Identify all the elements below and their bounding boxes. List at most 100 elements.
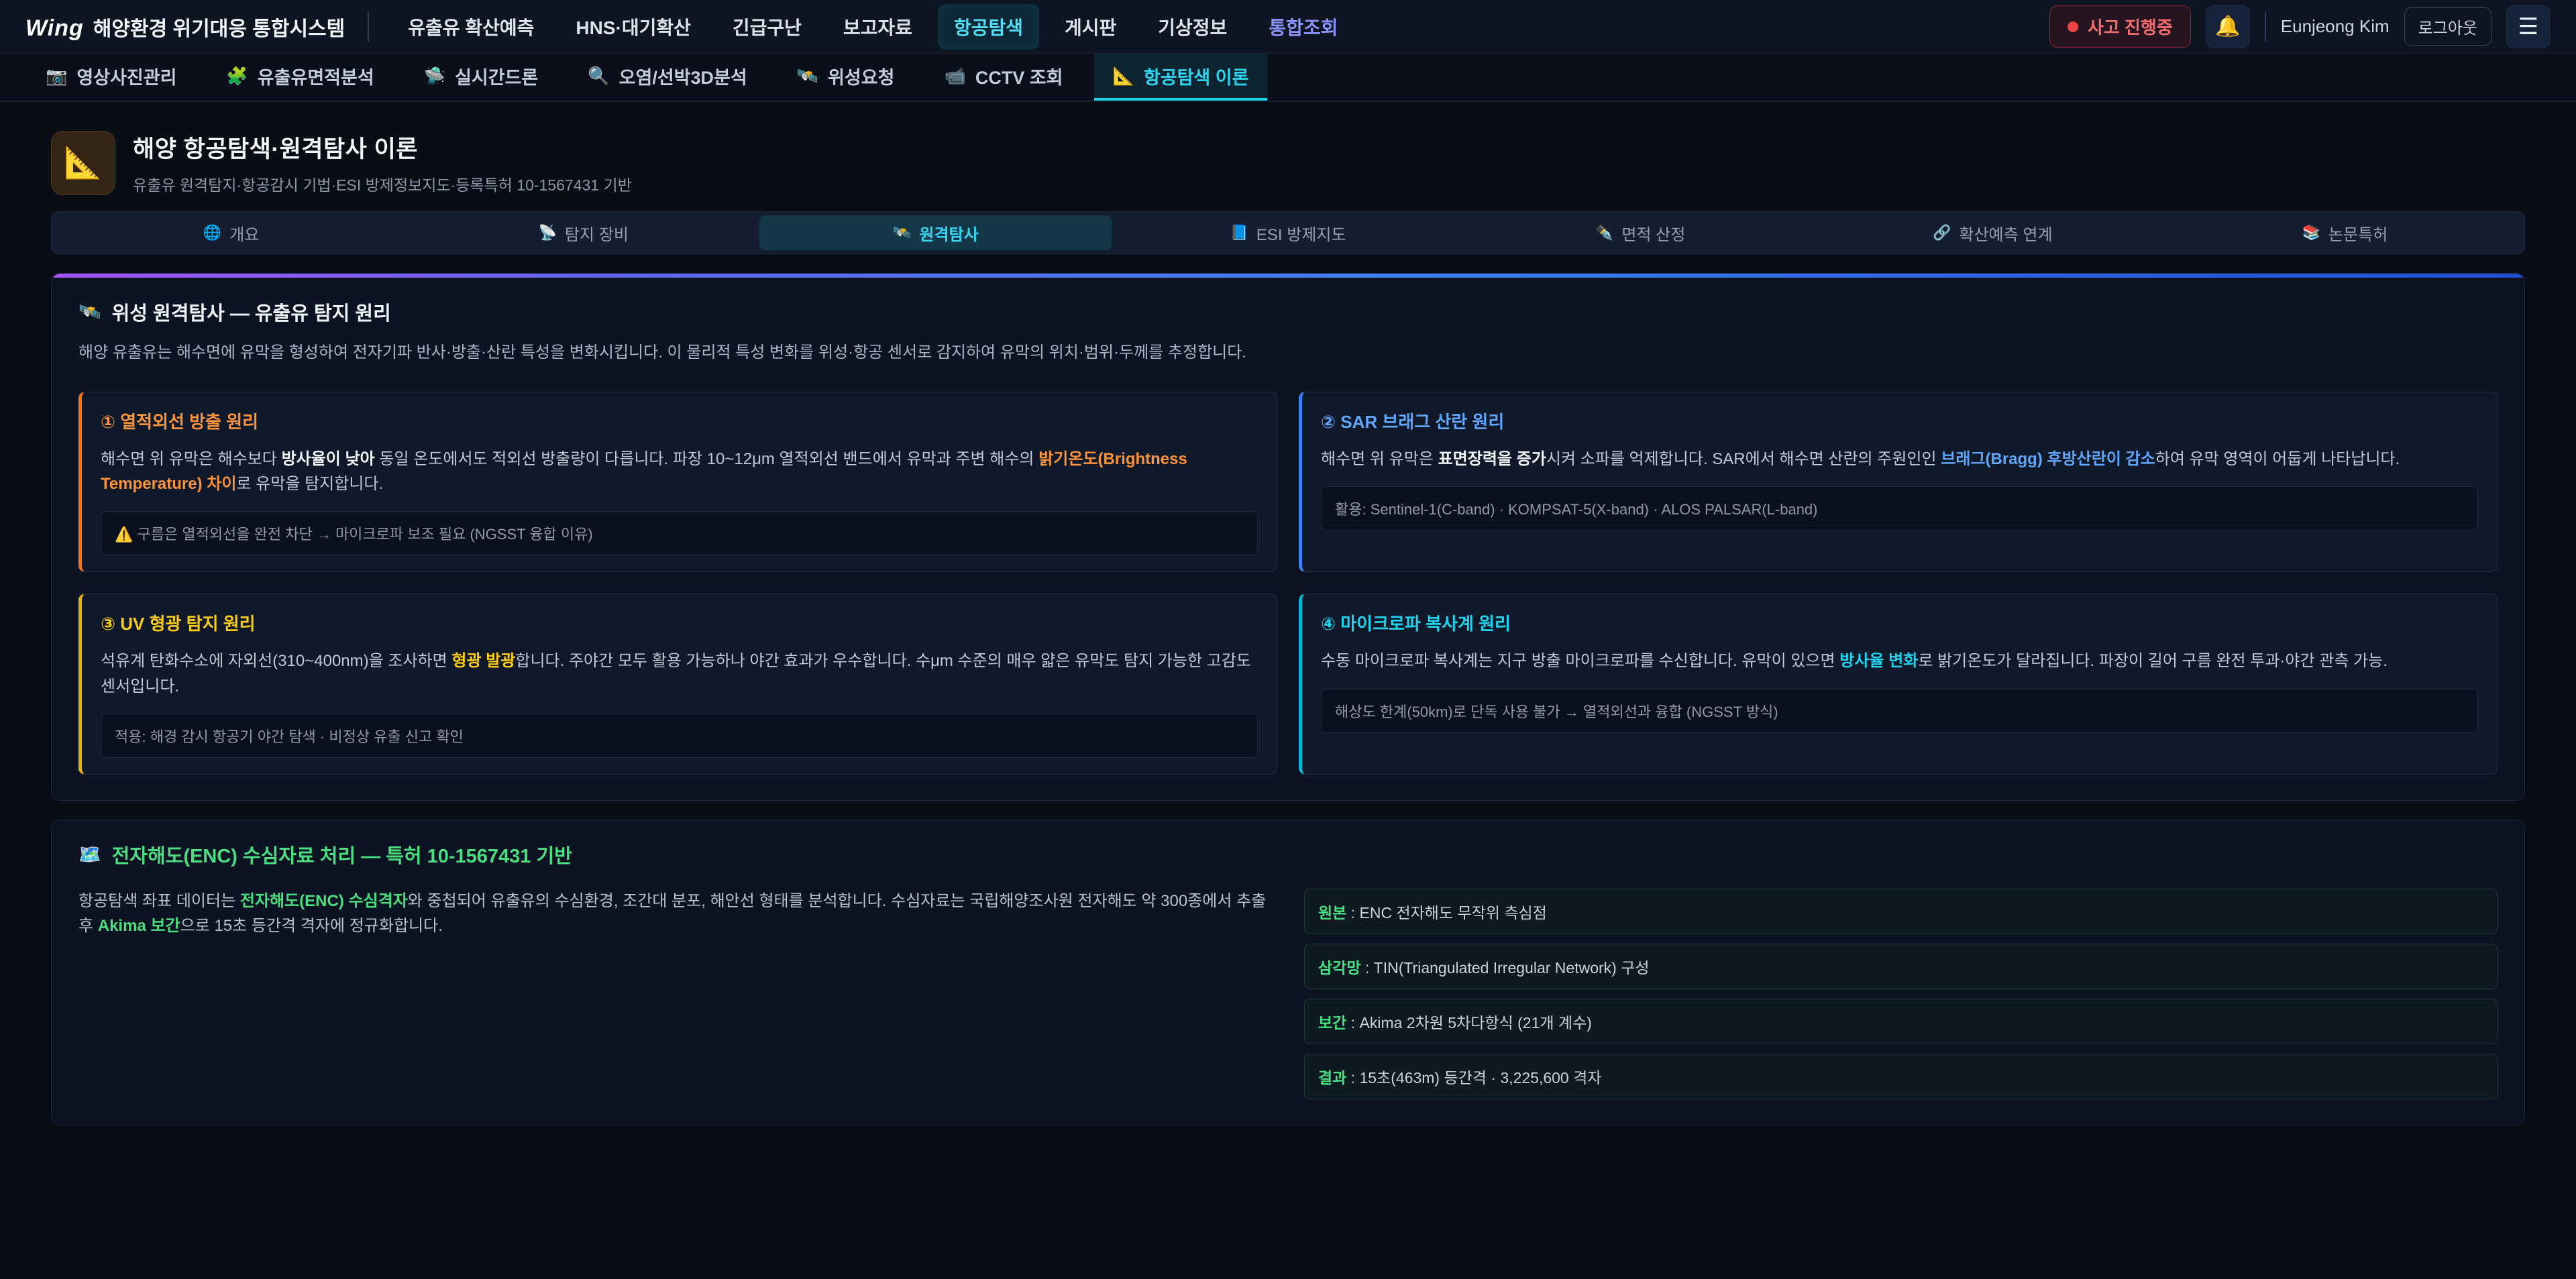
link-icon: 🔗	[1933, 224, 1951, 241]
subnav-item-photo-management[interactable]: 📷 영상사진관리	[27, 54, 195, 101]
nav-item-spill-forecast[interactable]: 유출유 확산예측	[392, 4, 550, 50]
tab-label: 확산예측 연계	[1959, 221, 2052, 245]
row-label: 보간	[1318, 1014, 1346, 1032]
card-title: ② SAR 브래그 산란 원리	[1321, 408, 2478, 433]
row-value: : 15초(463m) 등간격 · 3,225,600 격자	[1346, 1069, 1601, 1087]
card-body: 수동 마이크로파 복사계는 지구 방출 마이크로파를 수신합니다. 유막이 있으…	[1321, 649, 2478, 673]
main-nav: 유출유 확산예측 HNS·대기확산 긴급구난 보고자료 항공탐색 게시판 기상정…	[392, 4, 2027, 50]
tab-label: 원격탐사	[919, 221, 978, 245]
brand-divider	[368, 12, 369, 42]
subnav-item-cctv[interactable]: 📹 CCTV 조회	[925, 54, 1081, 101]
tab-area-calculation[interactable]: ✒️ 면적 산정	[1464, 215, 1817, 250]
video-camera-icon: 📹	[944, 66, 965, 87]
card-note: ⚠️ 구름은 열적외선을 완전 차단 → 마이크로파 보조 필요 (NGSST …	[101, 511, 1258, 555]
tab-overview[interactable]: 🌐 개요	[55, 215, 407, 250]
nav-item-aerial-search[interactable]: 항공탐색	[938, 4, 1039, 50]
row-value: : TIN(Triangulated Irregular Network) 구성	[1360, 959, 1649, 977]
card-title: ① 열적외선 방출 원리	[101, 408, 1258, 433]
pen-nib-icon: ✒️	[1595, 224, 1613, 241]
card-body: 해수면 위 유막은 해수보다 방사율이 낮아 동일 온도에서도 적외선 방출량이…	[101, 447, 1258, 496]
section-title-row: 🛰️ 위성 원격탐사 — 유출유 탐지 원리	[78, 298, 2498, 326]
card-title: ③ UV 형광 탐지 원리	[101, 610, 1258, 635]
satellite-icon: 🛰️	[797, 66, 818, 87]
subnav-item-realtime-drone[interactable]: 🛸 실시간드론	[405, 54, 557, 101]
brand-title: 해양환경 위기대응 통합시스템	[93, 12, 345, 42]
top-bar: Wing 해양환경 위기대응 통합시스템 유출유 확산예측 HNS·대기확산 긴…	[0, 0, 2576, 54]
remote-sensing-panel: 🛰️ 위성 원격탐사 — 유출유 탐지 원리 해양 유출유는 해수면에 유막을 …	[51, 273, 2525, 801]
satellite-icon: 🛰️	[78, 301, 101, 323]
map-book-icon: 🗺️	[78, 844, 101, 865]
user-name: Eunjeong Kim	[2281, 16, 2390, 37]
nav-item-rescue[interactable]: 긴급구난	[716, 4, 818, 50]
principle-card-uv-fluorescence: ③ UV 형광 탐지 원리 석유계 탄화수소에 자외선(310~400nm)을 …	[78, 594, 1277, 774]
nav-item-hns[interactable]: HNS·대기확산	[559, 4, 706, 50]
nav-item-integrated-search[interactable]: 통합조회	[1252, 4, 1354, 50]
tab-label: 개요	[229, 221, 259, 245]
section-title: 전자해도(ENC) 수심자료 처리 — 특허 10-1567431 기반	[112, 840, 572, 869]
notifications-button[interactable]: 🔔	[2206, 5, 2250, 48]
bell-icon: 🔔	[2215, 15, 2240, 38]
principle-card-grid: ① 열적외선 방출 원리 해수면 위 유막은 해수보다 방사율이 낮아 동일 온…	[78, 392, 2498, 775]
enc-row-tin: 삼각망 : TIN(Triangulated Irregular Network…	[1304, 944, 2498, 989]
nav-item-weather[interactable]: 기상정보	[1142, 4, 1243, 50]
tab-label: ESI 방제지도	[1256, 221, 1346, 245]
card-note: 활용: Sentinel-1(C-band) · KOMPSAT-5(X-ban…	[1321, 486, 2478, 531]
drone-icon: 🛸	[424, 66, 445, 87]
page-header: 📐 해양 항공탐색·원격탐사 이론 유출유 원격탐지·항공감시 기법·ESI 방…	[51, 130, 2525, 195]
section-title: 위성 원격탐사 — 유출유 탐지 원리	[112, 298, 391, 326]
page-icon-box: 📐	[51, 131, 115, 195]
books-icon: 📚	[2302, 224, 2320, 241]
enc-body: 항공탐색 좌표 데이터는 전자해도(ENC) 수심격자와 중첩되어 유출유의 수…	[78, 889, 2498, 1099]
logout-button[interactable]: 로그아웃	[2404, 7, 2491, 46]
puzzle-icon: 🧩	[226, 66, 248, 87]
section-intro: 해양 유출유는 해수면에 유막을 형성하여 전자기파 반사·방출·산란 특성을 …	[78, 341, 2498, 365]
enc-row-interpolation: 보간 : Akima 2차원 5차다항식 (21개 계수)	[1304, 999, 2498, 1044]
nav-item-board[interactable]: 게시판	[1049, 4, 1132, 50]
content-tab-bar: 🌐 개요 📡 탐지 장비 🛰️ 원격탐사 📘 ESI 방제지도 ✒️ 면적 산정…	[51, 211, 2525, 254]
main-content: 📐 해양 항공탐색·원격탐사 이론 유출유 원격탐지·항공감시 기법·ESI 방…	[0, 130, 2576, 1125]
subnav-label: 항공탐색 이론	[1144, 63, 1249, 89]
globe-icon: 🌐	[203, 224, 221, 241]
incident-status-badge[interactable]: 사고 진행중	[2049, 5, 2191, 48]
brand: Wing 해양환경 위기대응 통합시스템	[25, 12, 345, 42]
card-body: 석유계 탄화수소에 자외선(310~400nm)을 조사하면 형광 발광합니다.…	[101, 649, 1258, 698]
alert-badge-label: 사고 진행중	[2088, 14, 2173, 39]
subnav-label: CCTV 조회	[975, 63, 1063, 89]
subnav-item-pollution-ship-3d[interactable]: 🔍 오염/선박3D분석	[569, 54, 765, 101]
subnav-item-aerial-theory[interactable]: 📐 항공탐색 이론	[1094, 54, 1268, 101]
card-note: 적용: 해경 감시 항공기 야간 탐색 · 비정상 유출 신고 확인	[101, 714, 1258, 758]
row-label: 원본	[1318, 904, 1346, 922]
row-value: : Akima 2차원 5차다항식 (21개 계수)	[1346, 1014, 1592, 1032]
enc-row-result: 결과 : 15초(463m) 등간격 · 3,225,600 격자	[1304, 1054, 2498, 1099]
subnav-item-satellite-request[interactable]: 🛰️ 위성요청	[778, 54, 914, 101]
nav-item-reports[interactable]: 보고자료	[827, 4, 928, 50]
card-body: 해수면 위 유막은 표면장력을 증가시켜 소파를 억제합니다. SAR에서 해수…	[1321, 447, 2478, 471]
panel-inner: 🗺️ 전자해도(ENC) 수심자료 처리 — 특허 10-1567431 기반 …	[52, 820, 2524, 1125]
subnav-label: 실시간드론	[455, 63, 538, 89]
brand-logo: Wing	[25, 15, 84, 42]
antenna-icon: 📡	[539, 224, 557, 241]
tab-label: 논문특허	[2328, 221, 2387, 245]
row-label: 삼각망	[1318, 959, 1360, 977]
tab-esi-map[interactable]: 📘 ESI 방제지도	[1112, 215, 1464, 250]
tab-detection-equipment[interactable]: 📡 탐지 장비	[407, 215, 759, 250]
row-label: 결과	[1318, 1069, 1346, 1087]
page-title: 해양 항공탐색·원격탐사 이론	[133, 130, 632, 164]
principle-card-thermal-ir: ① 열적외선 방출 원리 해수면 위 유막은 해수보다 방사율이 낮아 동일 온…	[78, 392, 1277, 572]
tab-remote-sensing[interactable]: 🛰️ 원격탐사	[759, 215, 1112, 250]
enc-process-rows: 원본 : ENC 전자해도 무작위 측심점 삼각망 : TIN(Triangul…	[1304, 889, 2498, 1099]
tab-papers-patents[interactable]: 📚 논문특허	[2169, 215, 2521, 250]
card-title: ④ 마이크로파 복사계 원리	[1321, 610, 2478, 635]
page-header-text: 해양 항공탐색·원격탐사 이론 유출유 원격탐지·항공감시 기법·ESI 방제정…	[133, 130, 632, 195]
enc-row-source: 원본 : ENC 전자해도 무작위 측심점	[1304, 889, 2498, 934]
card-note: 해상도 한계(50km)로 단독 사용 불가 → 열적외선과 융합 (NGSST…	[1321, 689, 2478, 733]
hamburger-menu-button[interactable]: ☰	[2506, 5, 2551, 48]
user-divider	[2265, 12, 2266, 42]
subnav-label: 유출유면적분석	[258, 63, 374, 89]
blue-book-icon: 📘	[1230, 224, 1248, 241]
tab-diffusion-link[interactable]: 🔗 확산예측 연계	[1817, 215, 2169, 250]
row-value: : ENC 전자해도 무작위 측심점	[1346, 904, 1547, 922]
satellite-icon: 🛰️	[893, 224, 911, 241]
triangle-ruler-icon: 📐	[64, 144, 102, 181]
subnav-item-spill-area-analysis[interactable]: 🧩 유출유면적분석	[207, 54, 392, 101]
